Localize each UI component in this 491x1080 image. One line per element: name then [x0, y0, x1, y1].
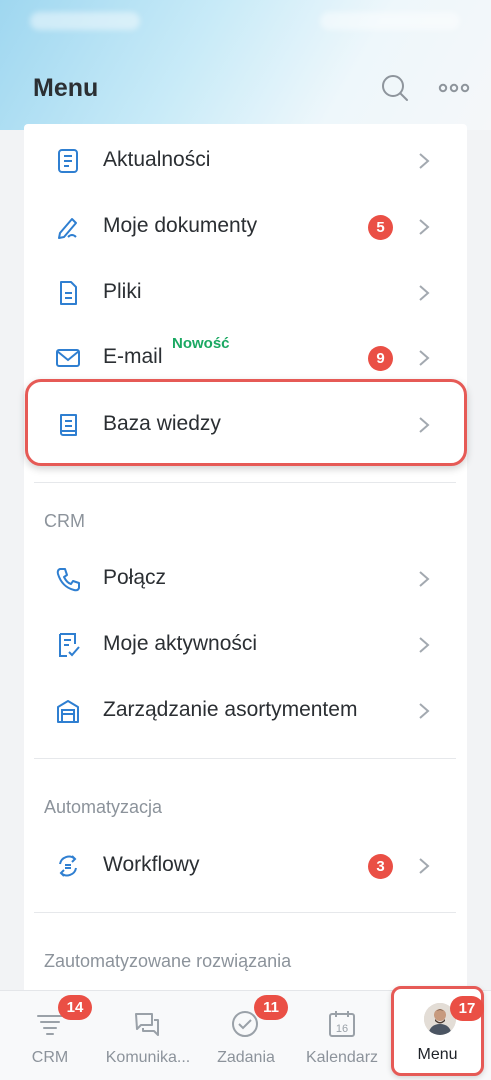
nav-label: Komunika...	[105, 1049, 191, 1066]
phone-icon	[56, 568, 80, 592]
activity-icon	[59, 633, 80, 657]
nav-badge: 14	[58, 995, 92, 1020]
status-bar-right	[320, 12, 460, 30]
chevron-right-icon	[419, 153, 430, 169]
pen-icon	[58, 218, 77, 239]
nav-label: Menu	[417, 1046, 458, 1063]
section-label-crm: CRM	[44, 511, 85, 531]
notification-badge: 5	[368, 215, 393, 240]
divider	[34, 758, 456, 759]
book-icon	[60, 414, 77, 436]
menu-item-label: Połącz	[103, 566, 167, 589]
chevron-right-icon	[419, 417, 430, 433]
nav-komunikator[interactable]: Komunika...	[98, 991, 198, 1080]
mail-icon	[56, 349, 80, 367]
menu-item-label: Moje dokumenty	[103, 214, 258, 237]
status-bar-left	[30, 12, 140, 30]
nav-badge: 17	[450, 996, 484, 1021]
section-label-solutions: Zautomatyzowane rozwiązania	[44, 951, 292, 971]
chat-icon	[135, 1013, 159, 1036]
news-icon	[58, 149, 78, 173]
chevron-right-icon	[419, 703, 430, 719]
chevron-right-icon	[419, 858, 430, 874]
chevron-right-icon	[419, 350, 430, 366]
app-header: Menu	[0, 60, 491, 116]
new-tag: Nowość	[172, 335, 230, 352]
menu-item-label: Aktualności	[103, 148, 211, 171]
menu-item-aktualnosci[interactable]: Aktualności	[24, 128, 467, 194]
notification-badge: 3	[368, 854, 393, 879]
chevron-right-icon	[419, 285, 430, 301]
section-label-automatyzacja: Automatyzacja	[44, 797, 163, 817]
menu-item-baza-wiedzy[interactable]: Baza wiedzy	[24, 392, 467, 458]
menu-item-workflowy[interactable]: Workflowy 3	[24, 833, 467, 899]
menu-item-zarzadzanie-asortymentem[interactable]: Zarządzanie asortymentem	[24, 678, 467, 744]
more-options-icon[interactable]	[438, 73, 470, 103]
menu-item-label: E-mail	[103, 345, 163, 368]
nav-kalendarz[interactable]: 16 Kalendarz	[293, 991, 391, 1080]
calendar-icon: 16	[329, 1011, 355, 1037]
nav-badge: 11	[254, 995, 288, 1020]
workflow-icon	[59, 855, 77, 877]
search-icon[interactable]	[380, 73, 410, 103]
page-title: Menu	[33, 74, 99, 102]
nav-crm[interactable]: CRM 14	[0, 991, 100, 1080]
chevron-right-icon	[419, 637, 430, 653]
calendar-day: 16	[336, 1023, 348, 1035]
menu-item-label: Pliki	[103, 280, 142, 303]
menu-item-label: Zarządzanie asortymentem	[103, 698, 358, 721]
menu-item-label: Workflowy	[103, 853, 200, 876]
divider	[34, 912, 456, 913]
nav-label: Kalendarz	[305, 1049, 379, 1066]
chevron-right-icon	[419, 219, 430, 235]
nav-label: Zadania	[217, 1049, 275, 1066]
chevron-right-icon	[419, 571, 430, 587]
menu-item-moje-aktywnosci[interactable]: Moje aktywności	[24, 612, 467, 678]
notification-badge: 9	[368, 346, 393, 371]
file-icon	[60, 281, 77, 305]
divider	[34, 482, 456, 483]
menu-item-label: Baza wiedzy	[103, 412, 221, 435]
nav-label: CRM	[31, 1049, 69, 1066]
menu-item-polacz[interactable]: Połącz	[24, 546, 467, 612]
store-icon	[57, 700, 79, 723]
nav-zadania[interactable]: Zadania 11	[196, 991, 296, 1080]
menu-item-moje-dokumenty[interactable]: Moje dokumenty 5	[24, 194, 467, 260]
menu-item-label: Moje aktywności	[103, 632, 258, 655]
menu-item-pliki[interactable]: Pliki	[24, 260, 467, 326]
